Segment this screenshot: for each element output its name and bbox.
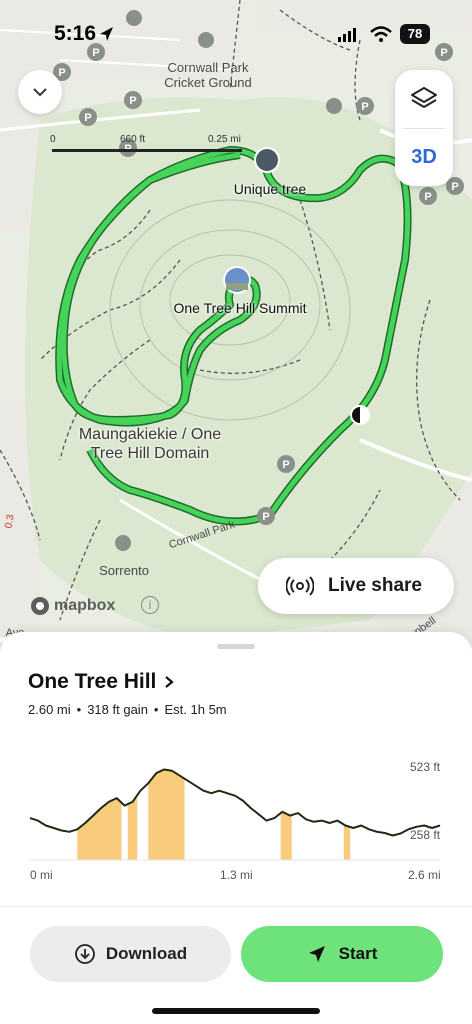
mapbox-logo[interactable]: mapbox <box>30 596 115 616</box>
3d-toggle-button[interactable]: 3D <box>395 128 453 186</box>
cellular-signal-icon <box>338 28 356 42</box>
trail-gain: 318 ft gain <box>87 702 148 717</box>
attribution-info-icon[interactable]: i <box>141 596 159 614</box>
steep-segment-0 <box>77 798 122 860</box>
mapbox-label: mapbox <box>54 597 116 614</box>
trail-name: One Tree Hill <box>28 670 157 693</box>
download-button[interactable]: Download <box>30 926 231 982</box>
trail-distance: 2.60 mi <box>28 702 71 717</box>
x-tick-end: 2.6 mi <box>408 868 441 882</box>
map-view[interactable]: P P P P P P P P P P P 5:16 78 <box>0 0 472 660</box>
mapbox-icon <box>31 597 49 615</box>
trail-estimate: Est. 1h 5m <box>164 702 227 717</box>
label-summit[interactable]: One Tree Hill Summit <box>160 301 320 316</box>
scale-bar <box>52 149 242 152</box>
collapse-button[interactable] <box>18 70 62 114</box>
trail-bottom-sheet: One Tree Hill 2.60 mi • 318 ft gain • Est. 1… <box>0 632 472 1024</box>
start-label: Start <box>338 944 378 963</box>
sheet-drag-handle[interactable] <box>217 644 255 649</box>
svg-text:P: P <box>129 95 136 107</box>
svg-text:P: P <box>282 459 289 471</box>
svg-text:P: P <box>424 191 431 203</box>
stat-separator: • <box>76 702 82 717</box>
svg-text:P: P <box>262 511 269 523</box>
y-tick-max: 523 ft <box>410 760 441 774</box>
trail-title-link[interactable]: One Tree Hill <box>28 670 175 694</box>
wifi-icon <box>370 26 392 42</box>
chevron-right-icon <box>165 676 175 688</box>
label-cricket-ground: Cornwall Park Cricket Ground <box>164 60 252 90</box>
layers-button[interactable] <box>395 70 453 128</box>
svg-text:P: P <box>84 112 91 124</box>
y-tick-min: 258 ft <box>410 828 441 842</box>
start-button[interactable]: Start <box>241 926 443 982</box>
label-unique-tree[interactable]: Unique tree <box>220 182 320 197</box>
layers-icon <box>411 87 437 108</box>
live-share-button[interactable]: Live share <box>258 558 454 614</box>
label-sorrento: Sorrento <box>99 563 149 578</box>
x-tick-start: 0 mi <box>30 868 53 882</box>
battery-level: 78 <box>400 24 430 44</box>
scale-end: 0.25 mi <box>208 134 241 145</box>
steep-segment-2 <box>148 769 185 860</box>
download-label: Download <box>105 944 188 963</box>
steep-segment-1 <box>127 795 138 860</box>
scale-start: 0 <box>50 134 56 145</box>
sheet-divider <box>0 906 472 907</box>
location-arrow-icon <box>100 27 113 41</box>
broadcast-icon <box>286 576 314 596</box>
stat-separator: • <box>153 702 159 717</box>
elevation-chart[interactable]: 523 ft 258 ft 0 mi 1.3 mi 2.6 mi <box>0 740 472 890</box>
svg-text:P: P <box>361 101 368 113</box>
map-controls: 3D <box>395 70 453 186</box>
x-tick-mid: 1.3 mi <box>220 868 253 882</box>
steep-segment-3 <box>280 811 292 860</box>
label-domain: Maungakiekie / One Tree Hill Domain <box>78 426 222 462</box>
steep-segment-4 <box>343 824 351 860</box>
trail-stats: 2.60 mi • 318 ft gain • Est. 1h 5m <box>28 702 227 717</box>
download-icon <box>74 944 95 964</box>
home-indicator <box>152 1008 320 1014</box>
scale-mid: 660 ft <box>120 134 146 145</box>
map-scale: 0 660 ft 0.25 mi <box>50 134 246 154</box>
live-share-label: Live share <box>328 575 422 596</box>
chevron-down-icon <box>33 88 47 97</box>
navigation-arrow-icon <box>308 946 325 962</box>
status-time: 5:16 <box>54 22 97 45</box>
